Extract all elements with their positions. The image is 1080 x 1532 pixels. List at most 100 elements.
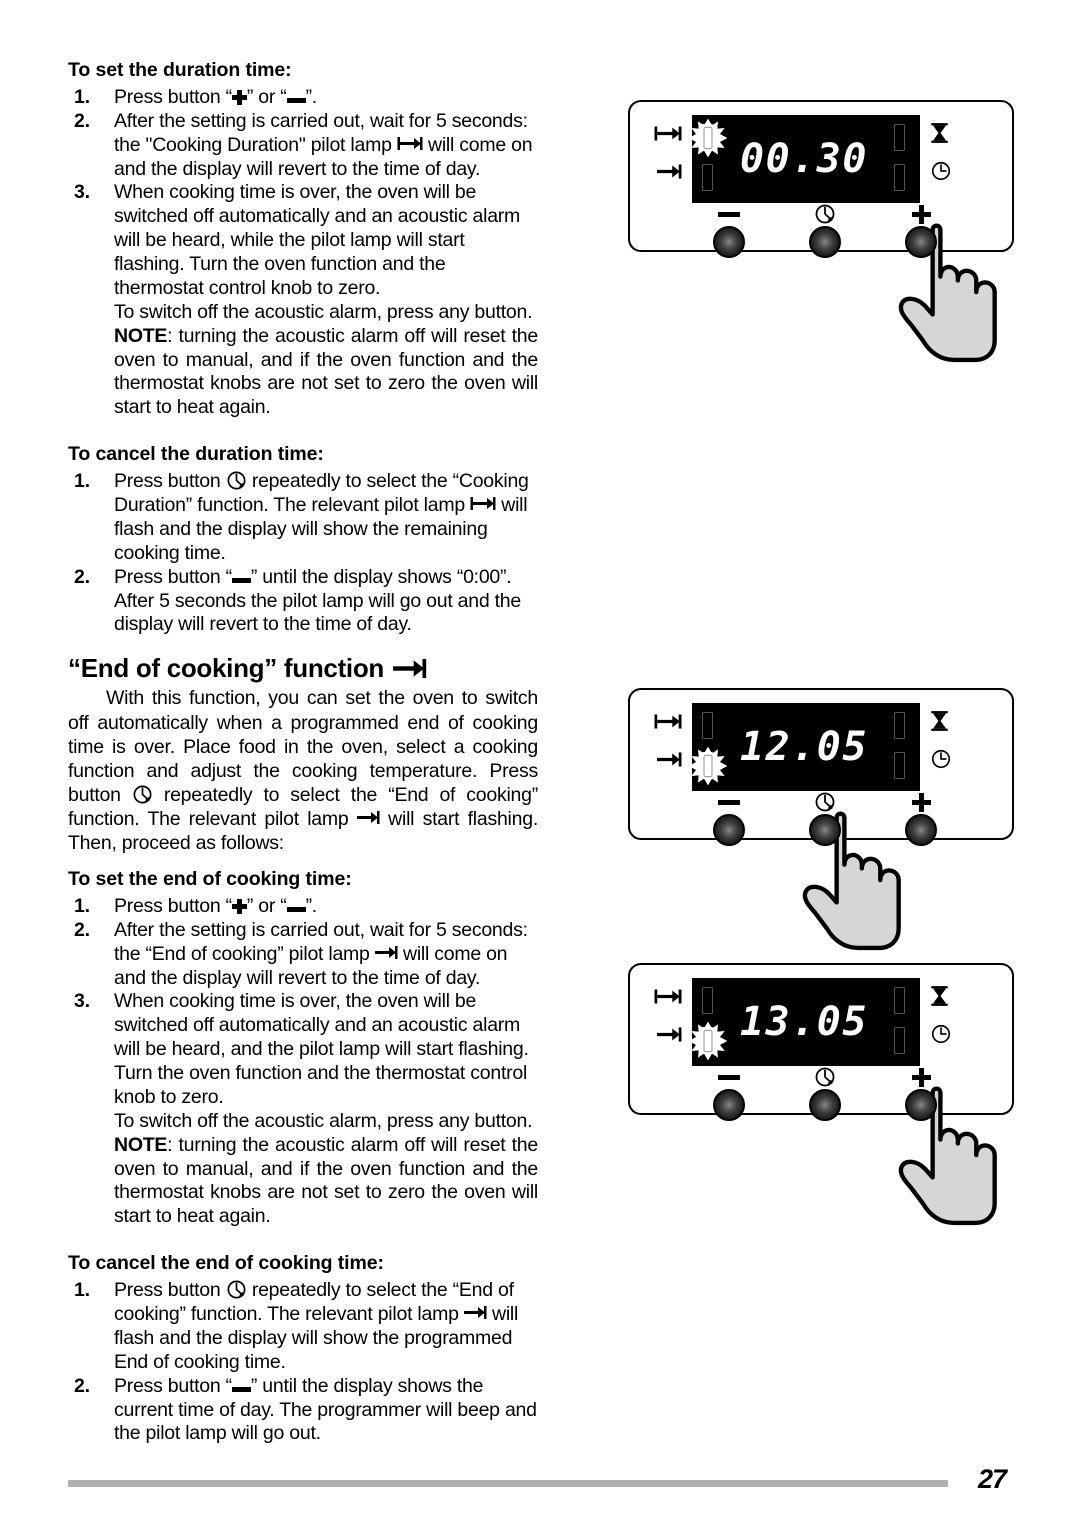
step-item: 1. Press button “ ” or “ ”. (68, 86, 538, 110)
clock-icon (930, 748, 952, 775)
oven-control-panel: 13.05 (628, 963, 1014, 1121)
indicator-bar-minute-minder (894, 124, 905, 151)
clock-icon (930, 1023, 952, 1050)
minus-icon (706, 1065, 752, 1089)
note-label: NOTE (114, 1133, 168, 1156)
indicator-bar-duration (702, 712, 713, 739)
duration-lamp-icon (470, 495, 496, 512)
oven-control-panel: 12.05 (628, 688, 1014, 846)
minus-icon (286, 901, 306, 913)
step-number: 3. (74, 181, 90, 204)
indicator-bar-time-of-day (894, 752, 905, 779)
step-number: 2. (74, 109, 90, 132)
note-text: : turning the acoustic alarm off will re… (114, 324, 538, 419)
plus-icon (231, 898, 247, 914)
clock-selector-button[interactable] (802, 1065, 848, 1121)
manual-page: To set the duration time: 1. Press button… (0, 0, 1080, 1532)
note-label: NOTE (114, 324, 168, 347)
heading-set-end-of-cooking-time: To set the end of cooking time: (68, 868, 352, 891)
step-item: 1. Press button repeatedly to select the … (68, 470, 538, 566)
step-number: 3. (74, 990, 90, 1013)
heading-cancel-duration-time: To cancel the duration time: (68, 443, 324, 466)
step-number: 2. (74, 565, 90, 588)
minus-button[interactable] (706, 202, 752, 258)
minus-knob[interactable] (713, 226, 745, 258)
step-text: Press button (114, 1279, 226, 1302)
clock-selector-knob[interactable] (809, 1089, 841, 1121)
clock-selector-icon (132, 784, 153, 805)
clock-selector-icon (802, 202, 848, 226)
note-text: : turning the acoustic alarm off will re… (114, 1133, 538, 1228)
end-of-cooking-lamp-icon (657, 1025, 682, 1049)
plus-icon (231, 89, 247, 105)
step-text: Press button (114, 470, 226, 493)
step-number: 1. (74, 470, 90, 493)
minus-button[interactable] (706, 790, 752, 846)
step-text: ” or “ (246, 894, 287, 917)
clock-selector-button[interactable] (802, 202, 848, 258)
alarm-note-line: To switch off the acoustic alarm, press … (114, 300, 533, 323)
heading-text: “End of cooking” function (68, 653, 385, 684)
clock-selector-knob[interactable] (809, 226, 841, 258)
clock-selector-knob[interactable] (809, 814, 841, 846)
note-block: NOTE: turning the acoustic alarm off wil… (68, 1134, 538, 1230)
step-text: ”. (305, 894, 318, 917)
step-item: 3. When cooking time is over, the oven wi… (68, 181, 538, 300)
figure-duration-00-30: 00.30 (628, 100, 1014, 252)
step-text: Press button “ (114, 1374, 232, 1397)
step-item: 1. Press button “ ” or “ ”. (68, 895, 538, 919)
page-number: 27 (977, 1464, 1007, 1494)
hourglass-icon (930, 122, 949, 149)
plus-icon (898, 202, 944, 226)
duration-lamp-icon (654, 712, 682, 736)
figure-end-of-cooking-13-05: 13.05 (628, 963, 1014, 1115)
steps-set-end-of-cooking-time: 1. Press button “ ” or “ ”. 2. After the set… (68, 895, 538, 1110)
indicator-bar-duration (702, 987, 713, 1014)
plus-button[interactable] (898, 1065, 944, 1121)
duration-lamp-icon (397, 135, 423, 152)
step-number: 1. (74, 1279, 90, 1302)
end-of-cooking-lamp-icon (357, 809, 380, 826)
note-block: NOTE: turning the acoustic alarm off wil… (68, 325, 538, 421)
hourglass-icon (930, 985, 949, 1012)
figure-end-of-cooking-12-05: 12.05 (628, 688, 1014, 840)
step-text: When cooking time is over, the oven will… (114, 990, 529, 1108)
footer-divider (68, 1480, 948, 1487)
clock-selector-button[interactable] (802, 790, 848, 846)
heading-end-of-cooking-function: “End of cooking” function (68, 653, 538, 684)
minus-icon (706, 202, 752, 226)
indicator-bar-end-of-cooking (702, 164, 713, 191)
plus-button[interactable] (898, 202, 944, 258)
end-of-cooking-lamp-icon (393, 656, 427, 681)
text-column: To set the duration time: 1. Press button… (68, 58, 538, 1446)
heading-cancel-end-of-cooking-time: To cancel the end of cooking time: (68, 1252, 384, 1275)
end-of-cooking-lamp-icon (657, 162, 682, 186)
step-item: 2. After the setting is carried out, wait… (68, 110, 538, 182)
end-of-cooking-lamp-icon (375, 944, 398, 961)
step-text: ”. (305, 85, 318, 108)
display-screen: 12.05 (692, 703, 920, 791)
plus-knob[interactable] (905, 814, 937, 846)
indicator-bar-minute-minder (894, 712, 905, 739)
duration-lamp-icon (654, 987, 682, 1011)
clock-selector-icon (226, 1279, 247, 1300)
step-text: Press button “ (114, 894, 232, 917)
minus-knob[interactable] (713, 1089, 745, 1121)
page-footer: 27 (68, 1464, 1018, 1512)
minus-button[interactable] (706, 1065, 752, 1121)
plus-icon (898, 1065, 944, 1089)
step-number: 2. (74, 1374, 90, 1397)
clock-selector-icon (226, 470, 247, 491)
minus-knob[interactable] (713, 814, 745, 846)
plus-button[interactable] (898, 790, 944, 846)
plus-knob[interactable] (905, 1089, 937, 1121)
flash-starburst-icon (688, 746, 728, 786)
hourglass-icon (930, 710, 949, 737)
flash-starburst-icon (688, 118, 728, 158)
plus-knob[interactable] (905, 226, 937, 258)
paragraph-end-of-cooking: With this function, you can set the oven… (68, 686, 538, 855)
clock-selector-icon (802, 1065, 848, 1089)
steps-cancel-duration-time: 1. Press button repeatedly to select the … (68, 470, 538, 637)
heading-set-duration-time: To set the duration time: (68, 59, 292, 81)
minus-icon (231, 572, 251, 584)
